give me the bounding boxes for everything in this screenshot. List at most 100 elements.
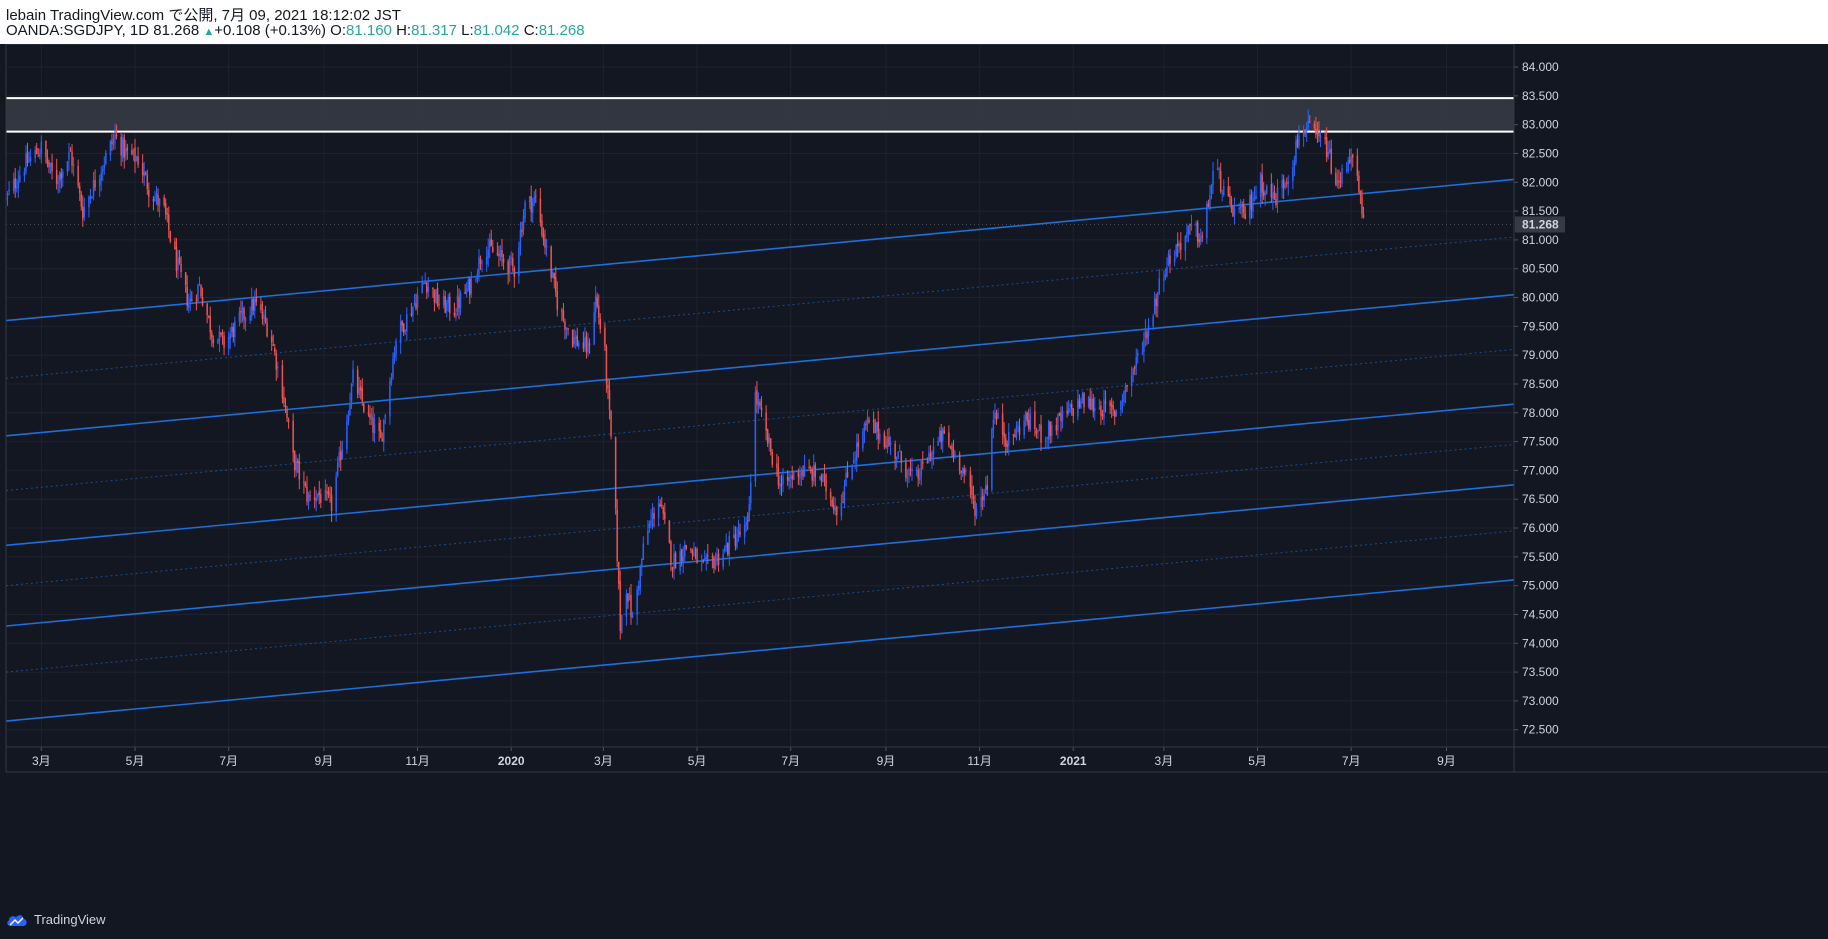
- candle-body: [1147, 324, 1150, 337]
- symbol-name[interactable]: OANDA:SGDJPY, 1D: [6, 22, 149, 39]
- candle-body: [1109, 401, 1111, 406]
- candle-body: [911, 468, 913, 472]
- candle-body: [1230, 197, 1233, 209]
- candle-body: [834, 507, 836, 512]
- candle-body: [148, 189, 150, 197]
- candle-body: [584, 337, 586, 347]
- candle-body: [46, 156, 49, 165]
- candle-body: [35, 147, 38, 155]
- candle-body: [1026, 412, 1028, 422]
- candle-body: [745, 522, 747, 526]
- price-chart[interactable]: 84.000 83.500 83.000 82.500 82.000 81.500 81.0…: [0, 44, 1828, 903]
- candle-body: [272, 344, 274, 346]
- candle-body: [1328, 149, 1331, 153]
- candle-body: [1113, 410, 1116, 418]
- candle-body: [100, 172, 102, 181]
- candle-body: [48, 162, 50, 168]
- tradingview-brand[interactable]: TradingView: [6, 912, 106, 927]
- candle-body: [1302, 131, 1305, 136]
- candle-body: [1173, 258, 1176, 262]
- candle-body: [836, 506, 838, 516]
- candle-body: [922, 461, 924, 464]
- close-label: C:: [523, 22, 539, 39]
- candle-body: [152, 198, 155, 202]
- x-tick-label: 11月: [405, 754, 429, 768]
- candle-body: [227, 336, 230, 348]
- candle-body: [627, 593, 629, 602]
- candle-body: [1293, 162, 1296, 167]
- candle-body: [862, 431, 864, 449]
- candle-body: [249, 315, 251, 321]
- candle-body: [788, 477, 790, 482]
- candle-body: [197, 285, 199, 302]
- candle-body: [273, 348, 276, 352]
- candle-body: [238, 311, 241, 322]
- low-label: L:: [461, 22, 474, 39]
- candle-body: [101, 168, 104, 172]
- candle-body: [1356, 155, 1359, 176]
- candle-body: [1087, 397, 1090, 408]
- candle-body: [381, 438, 383, 442]
- candle-body: [829, 492, 832, 498]
- candle-body: [885, 445, 887, 448]
- candle-body: [372, 417, 374, 433]
- candle-body: [326, 491, 328, 493]
- candle-body: [82, 206, 84, 219]
- candle-body: [1080, 400, 1082, 409]
- x-tick-label: 7月: [1342, 754, 1361, 768]
- candle-body: [691, 550, 694, 555]
- candle-body: [338, 452, 340, 462]
- candle-body: [1273, 191, 1276, 200]
- candle-body: [421, 281, 423, 294]
- candle-body: [329, 494, 331, 496]
- candle-body: [252, 299, 254, 311]
- candle-body: [954, 453, 956, 457]
- candle-body: [900, 451, 903, 463]
- candle-body: [34, 149, 36, 159]
- candle-body: [1169, 255, 1171, 264]
- candle-body: [725, 544, 727, 548]
- candle-body: [1239, 206, 1242, 208]
- candle-body: [679, 551, 681, 571]
- candle-body: [243, 307, 245, 320]
- candle-body: [1023, 420, 1025, 436]
- candle-body: [201, 297, 204, 306]
- candle-body: [1264, 192, 1266, 195]
- x-tick-label: 9月: [1437, 754, 1456, 768]
- candle-body: [1190, 225, 1193, 227]
- y-tick-label: 79.500: [1522, 319, 1559, 333]
- candle-body: [195, 299, 198, 301]
- candle-body: [759, 401, 761, 407]
- candle-body: [1281, 180, 1283, 188]
- candle-body: [842, 501, 844, 503]
- candle-body: [383, 419, 385, 443]
- candle-body: [854, 458, 856, 460]
- candle-body: [608, 389, 611, 411]
- candle-body: [83, 207, 86, 218]
- candle-body: [340, 451, 342, 461]
- candle-body: [1137, 352, 1139, 356]
- y-tick-label: 76.000: [1522, 521, 1559, 535]
- candle-body: [255, 296, 258, 303]
- y-tick-label: 79.000: [1522, 348, 1559, 362]
- candle-body: [1132, 368, 1134, 375]
- candle-body: [1124, 385, 1127, 393]
- x-tick-label: 5月: [126, 754, 145, 768]
- candle-body: [1164, 274, 1167, 278]
- candle-body: [975, 509, 978, 517]
- candle-body: [685, 544, 688, 549]
- candle-body: [174, 241, 176, 250]
- y-tick-label: 83.500: [1522, 89, 1559, 103]
- chart-area[interactable]: 84.000 83.500 83.000 82.500 82.000 81.500 81.0…: [0, 44, 1828, 903]
- candle-up: [1087, 395, 1090, 409]
- candle-body: [1175, 244, 1177, 257]
- candle-body: [358, 387, 360, 396]
- candle-up: [621, 614, 623, 634]
- arrow-up-icon: ▲: [203, 26, 215, 38]
- candle-body: [705, 556, 708, 560]
- candle-body: [361, 388, 364, 402]
- low-value: 81.042: [473, 22, 520, 39]
- candle-body: [363, 403, 365, 412]
- candle-body: [62, 171, 64, 178]
- candle-body: [298, 461, 301, 480]
